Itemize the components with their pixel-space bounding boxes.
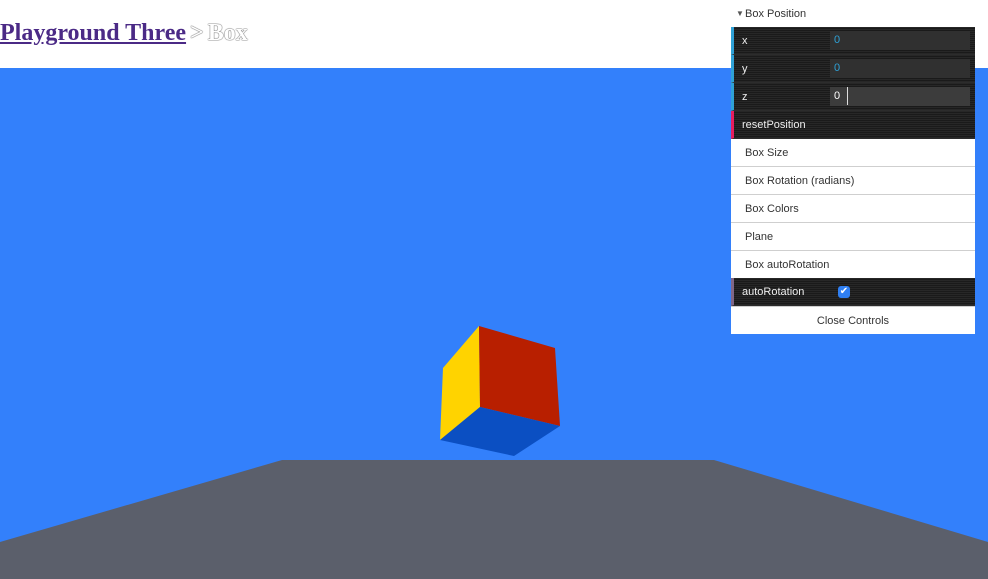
- folder-title-label: Box Position: [745, 7, 807, 20]
- ground-plane: [0, 460, 988, 579]
- control-label: y: [742, 62, 748, 75]
- breadcrumb-current: Box: [207, 20, 248, 46]
- reset-position-label: resetPosition: [742, 118, 806, 131]
- control-position-x: x 0: [731, 27, 975, 55]
- position-x-input[interactable]: 0: [830, 31, 970, 50]
- folder-box-size[interactable]: Box Size: [731, 139, 975, 167]
- folder-plane[interactable]: Plane: [731, 223, 975, 251]
- control-position-y: y 0: [731, 55, 975, 83]
- folder-title-label: Box Rotation (radians): [745, 174, 855, 187]
- check-icon: ✔: [839, 286, 849, 297]
- ibeam-cursor-icon: [847, 87, 856, 105]
- folder-box-colors[interactable]: Box Colors: [731, 195, 975, 223]
- folder-box-rotation[interactable]: Box Rotation (radians): [731, 167, 975, 195]
- box-mesh[interactable]: [440, 326, 560, 456]
- folder-title-label: Box Colors: [745, 202, 799, 215]
- folder-box-autorotation[interactable]: Box autoRotation: [731, 251, 975, 278]
- triangle-down-icon: ▼: [736, 9, 744, 18]
- controls-panel: ▼ Box Position x 0 y 0 z 0 resetPosition…: [731, 0, 975, 334]
- control-label: z: [742, 90, 748, 103]
- folder-box-position[interactable]: ▼ Box Position: [731, 0, 975, 27]
- breadcrumb-separator: >: [190, 20, 204, 46]
- folder-title-label: Box autoRotation: [745, 258, 830, 271]
- breadcrumb-link-home[interactable]: Playground Three: [0, 20, 186, 46]
- close-controls-label: Close Controls: [816, 314, 890, 327]
- folder-title-label: Plane: [745, 230, 774, 243]
- auto-rotation-label: autoRotation: [742, 285, 805, 298]
- control-position-z: z 0: [731, 83, 975, 111]
- auto-rotation-checkbox[interactable]: ✔: [838, 286, 850, 298]
- control-auto-rotation: autoRotation ✔: [731, 278, 975, 306]
- close-controls-button[interactable]: Close Controls: [731, 306, 975, 334]
- breadcrumb: Playground Three > Box: [0, 20, 248, 47]
- folder-title-label: Box Size: [745, 146, 789, 159]
- position-y-input[interactable]: 0: [830, 59, 970, 78]
- reset-position-button[interactable]: resetPosition: [731, 111, 975, 139]
- control-label: x: [742, 34, 748, 47]
